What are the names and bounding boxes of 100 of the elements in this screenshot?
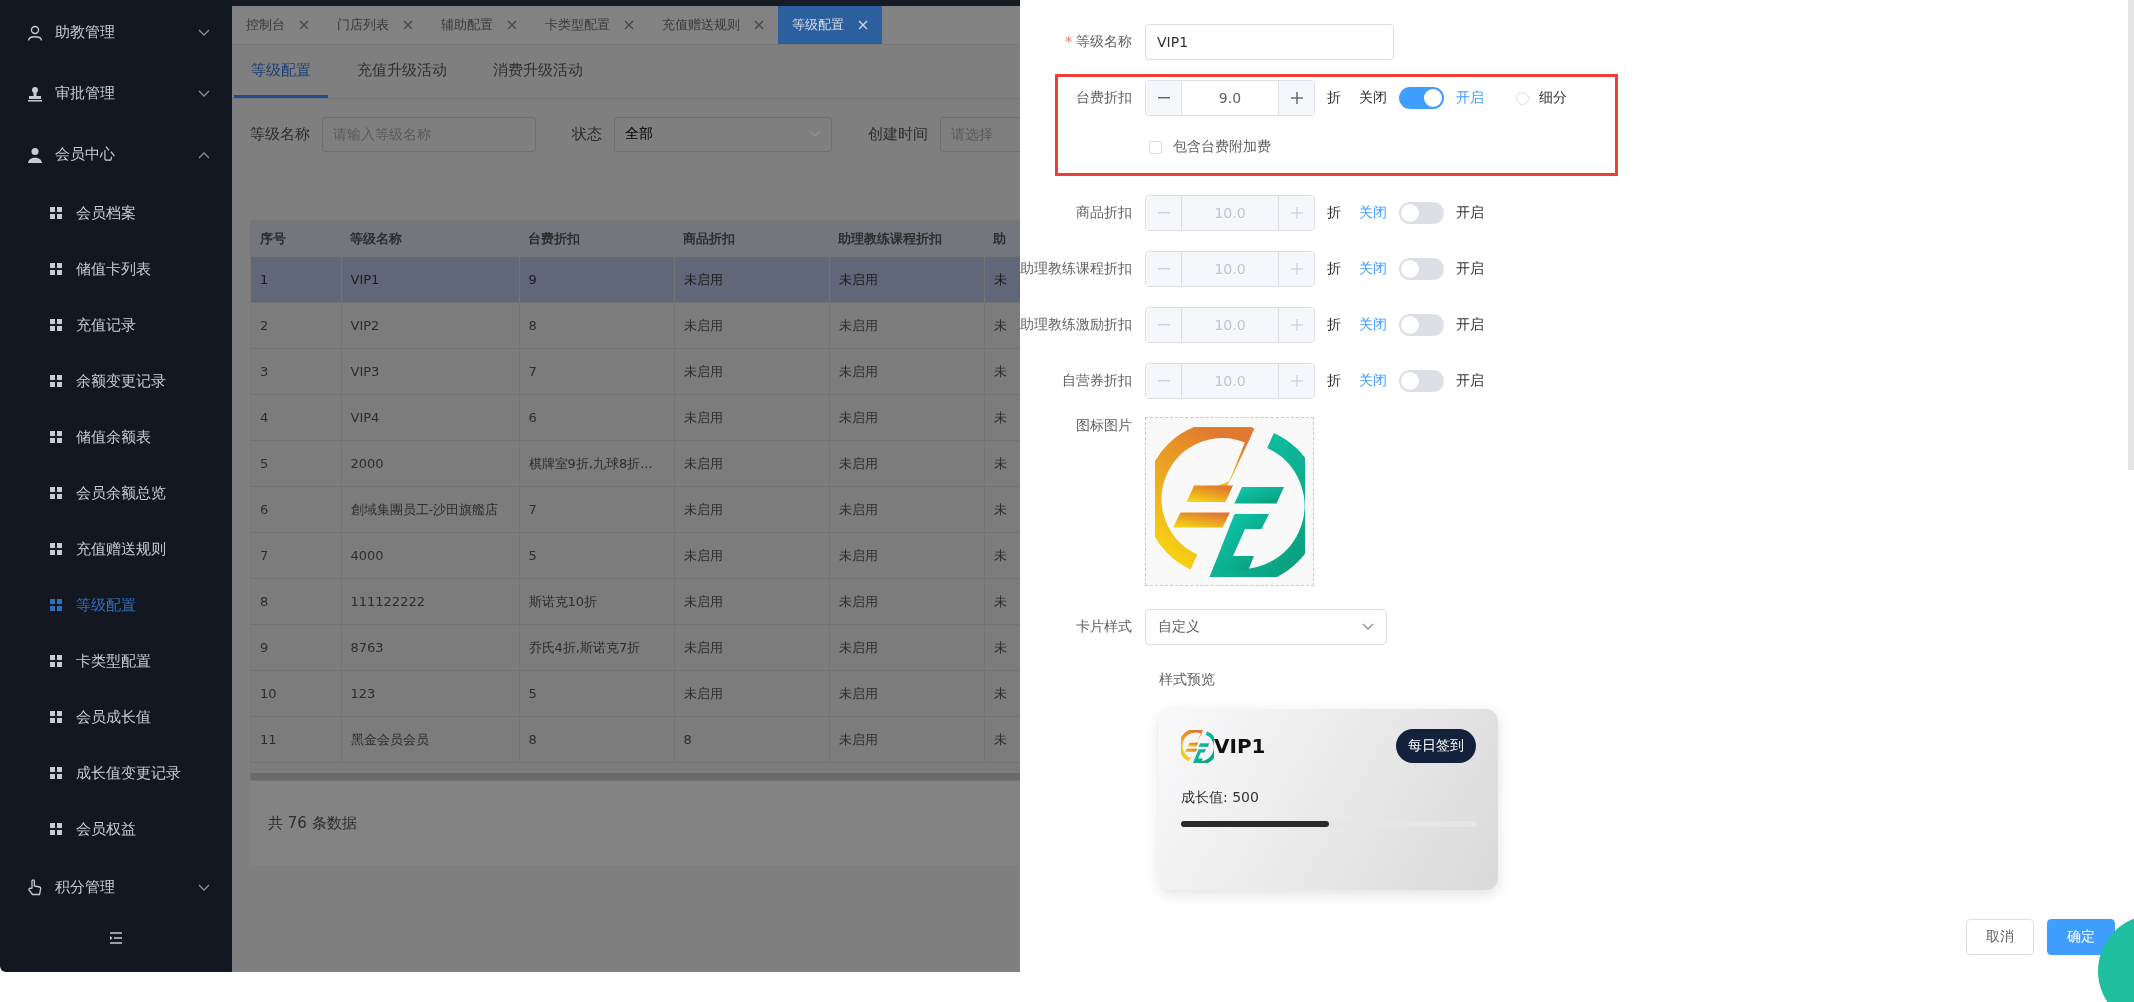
plus-icon: [1290, 375, 1303, 387]
toggle-switch[interactable]: [1399, 370, 1444, 392]
collapse-icon[interactable]: [109, 932, 123, 944]
table-cell: 11: [251, 716, 341, 762]
increase-button[interactable]: [1278, 81, 1314, 115]
table-cell: 未启用: [829, 624, 984, 671]
radio-button[interactable]: [1516, 91, 1529, 105]
grid-icon: [50, 207, 62, 219]
grid-icon: [50, 599, 62, 611]
menu-group[interactable]: 审批管理: [0, 63, 232, 124]
increase-button[interactable]: [1278, 308, 1314, 342]
menu-group[interactable]: 积分管理: [0, 857, 232, 918]
minus-icon: [1157, 380, 1170, 382]
increase-button[interactable]: [1278, 196, 1314, 230]
unit-label: 折: [1327, 316, 1341, 334]
toggle-switch[interactable]: [1399, 314, 1444, 336]
menu-item[interactable]: 会员成长值: [0, 689, 232, 745]
table-cell: 未启用: [674, 670, 829, 717]
close-icon[interactable]: [754, 20, 764, 30]
table-cell: 111122222: [341, 578, 519, 625]
menu-item[interactable]: 会员余额总览: [0, 465, 232, 521]
menu-item[interactable]: 会员档案: [0, 185, 232, 241]
table-cell: 未启用: [674, 394, 829, 441]
menu-item[interactable]: 余额变更记录: [0, 353, 232, 409]
toggle-switch[interactable]: [1399, 87, 1444, 109]
style-select[interactable]: 自定义: [1145, 609, 1387, 645]
menu-group[interactable]: 助教管理: [0, 2, 232, 63]
field-label: 卡片样式: [1075, 618, 1133, 636]
off-label: 关闭: [1359, 372, 1387, 390]
increase-button[interactable]: [1278, 364, 1314, 398]
decrease-button[interactable]: [1146, 308, 1182, 342]
menu-item[interactable]: 储值卡列表: [0, 241, 232, 297]
grid-icon: [50, 823, 62, 835]
table-cell: 8: [519, 302, 674, 349]
unit-label: 折: [1327, 372, 1341, 390]
checkin-button[interactable]: 每日签到: [1396, 729, 1476, 763]
input-field[interactable]: VIP1: [1145, 24, 1394, 60]
menu-item[interactable]: 会员权益: [0, 801, 232, 857]
table-cell: 5: [519, 532, 674, 579]
filter-label: 等级名称: [250, 124, 310, 144]
table-cell: 7: [519, 486, 674, 533]
filter-label: 创建时间: [868, 124, 928, 144]
field-label: 助理教练激励折扣: [1020, 316, 1133, 334]
table-cell: 7: [519, 348, 674, 395]
close-icon[interactable]: [403, 20, 413, 30]
tab[interactable]: 充值升级活动: [340, 45, 464, 98]
decrease-button[interactable]: [1146, 364, 1182, 398]
table-cell: 乔氏4折,斯诺克7折: [519, 624, 674, 671]
decrease-button[interactable]: [1146, 252, 1182, 286]
menu-item[interactable]: 卡类型配置: [0, 633, 232, 689]
table-cell: VIP1: [341, 256, 519, 303]
status-select[interactable]: 全部: [614, 116, 832, 152]
toggle-switch[interactable]: [1399, 258, 1444, 280]
close-icon[interactable]: [507, 20, 517, 30]
table-cell: 未启用: [829, 532, 984, 579]
image-upload[interactable]: [1145, 417, 1314, 586]
tab[interactable]: 消费升级活动: [476, 45, 600, 98]
card-title: VIP1: [1214, 734, 1266, 758]
grid-icon: [50, 375, 62, 387]
table-cell: 未启用: [674, 578, 829, 625]
on-label: 开启: [1456, 89, 1484, 107]
menu-group[interactable]: 会员中心: [0, 124, 232, 185]
hand-icon: [27, 879, 43, 896]
menu-item[interactable]: 充值记录: [0, 297, 232, 353]
scrollbar[interactable]: [2128, 0, 2134, 470]
table-cell: 1: [251, 256, 341, 303]
menu-item[interactable]: 充值赠送规则: [0, 521, 232, 577]
grid-icon: [50, 263, 62, 275]
table-cell: 9: [519, 256, 674, 303]
table-cell: 未启用: [829, 486, 984, 533]
menu-item[interactable]: 等级配置: [0, 577, 232, 633]
table-cell: 5: [519, 670, 674, 717]
close-icon[interactable]: [299, 20, 309, 30]
plus-icon: [1290, 263, 1303, 275]
tab[interactable]: 等级配置: [778, 6, 882, 44]
table-cell: 8: [519, 716, 674, 762]
off-label: 关闭: [1359, 316, 1387, 334]
number-stepper[interactable]: 9.0: [1145, 80, 1315, 116]
table-cell: 未: [984, 256, 1020, 303]
checkbox[interactable]: [1149, 140, 1162, 154]
stepper-value: 9.0: [1217, 89, 1243, 108]
grid-icon: [50, 431, 62, 443]
decrease-button[interactable]: [1146, 81, 1182, 115]
menu-item[interactable]: 储值余额表: [0, 409, 232, 465]
close-icon[interactable]: [624, 20, 634, 30]
field-label: 商品折扣: [1075, 204, 1133, 222]
increase-button[interactable]: [1278, 252, 1314, 286]
table-cell: 未启用: [674, 486, 829, 533]
toggle-switch[interactable]: [1399, 202, 1444, 224]
table-cell: 未启用: [674, 440, 829, 487]
decrease-button[interactable]: [1146, 196, 1182, 230]
unit-label: 折: [1327, 260, 1341, 278]
menu-item[interactable]: 成长值变更记录: [0, 745, 232, 801]
table-cell: 5: [251, 440, 341, 487]
table-cell: 2: [251, 302, 341, 349]
table-cell: 6: [519, 394, 674, 441]
off-label: 关闭: [1359, 204, 1387, 222]
column-header: 序号: [251, 221, 341, 257]
cancel-button[interactable]: 取消: [1966, 919, 2034, 955]
growth-value: 成长值: 500: [1181, 789, 1260, 807]
